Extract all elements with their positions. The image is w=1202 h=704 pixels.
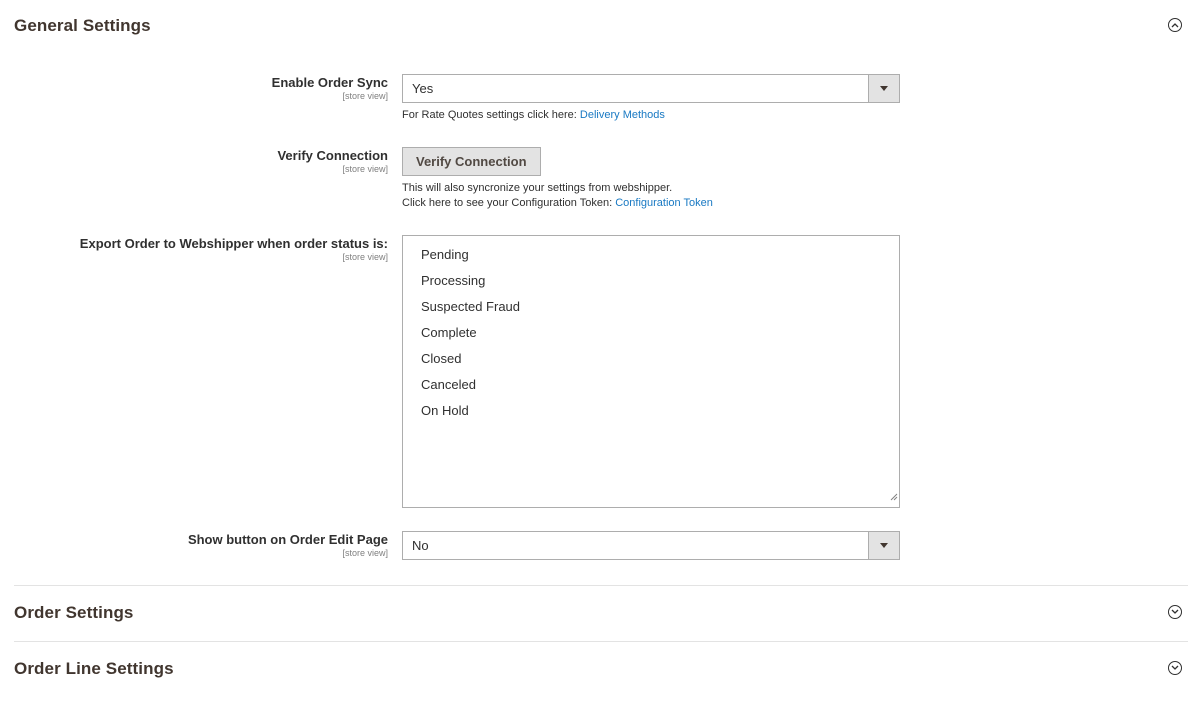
configuration-token-link[interactable]: Configuration Token (615, 197, 713, 209)
general-settings-title[interactable]: General Settings (14, 14, 151, 38)
enable-order-sync-value: Yes (412, 81, 434, 96)
export-order-status-multiselect[interactable]: Pending Processing Suspected Fraud Compl… (402, 235, 900, 508)
order-settings-title[interactable]: Order Settings (14, 601, 133, 625)
caret-down-icon[interactable] (868, 75, 899, 102)
chevron-up-circle-icon[interactable] (1168, 18, 1182, 32)
section-divider (14, 585, 1188, 586)
enable-order-sync-label-text: Enable Order Sync (271, 75, 388, 90)
verify-connection-button[interactable]: Verify Connection (402, 147, 541, 176)
rate-quotes-note: For Rate Quotes settings click here: Del… (402, 108, 665, 123)
verify-connection-scope: [store view] (342, 164, 388, 174)
order-settings-header[interactable]: Order Settings (14, 601, 1188, 631)
verify-connection-label: Verify Connection [store view] (8, 149, 388, 175)
export-order-label: Export Order to Webshipper when order st… (8, 237, 388, 263)
delivery-methods-link[interactable]: Delivery Methods (580, 109, 665, 121)
show-button-label-text: Show button on Order Edit Page (187, 532, 388, 547)
show-button-value: No (412, 538, 429, 553)
status-option-pending[interactable]: Pending (403, 244, 899, 270)
rate-quotes-note-text: For Rate Quotes settings click here: (402, 109, 580, 121)
enable-order-sync-select[interactable]: Yes (402, 74, 900, 103)
caret-down-icon[interactable] (868, 532, 899, 559)
status-option-complete[interactable]: Complete (403, 322, 899, 348)
enable-order-sync-label: Enable Order Sync [store view] (8, 76, 388, 102)
order-line-settings-title[interactable]: Order Line Settings (14, 657, 174, 681)
verify-connection-note: This will also syncronize your settings … (402, 181, 713, 211)
status-option-canceled[interactable]: Canceled (403, 374, 899, 400)
export-order-scope: [store view] (342, 252, 388, 262)
verify-connection-note-line1: This will also syncronize your settings … (402, 182, 673, 194)
section-divider (14, 641, 1188, 642)
chevron-down-circle-icon[interactable] (1168, 661, 1182, 675)
export-order-label-text: Export Order to Webshipper when order st… (79, 236, 388, 251)
status-option-processing[interactable]: Processing (403, 270, 899, 296)
general-settings-header[interactable]: General Settings (14, 14, 1188, 44)
chevron-down-circle-icon[interactable] (1168, 605, 1182, 619)
resize-handle-icon[interactable] (890, 488, 898, 506)
order-line-settings-header[interactable]: Order Line Settings (14, 657, 1188, 687)
show-button-scope: [store view] (342, 548, 388, 558)
config-token-note-text: Click here to see your Configuration Tok… (402, 197, 616, 209)
status-option-closed[interactable]: Closed (403, 348, 899, 374)
show-button-select[interactable]: No (402, 531, 900, 560)
status-option-suspected-fraud[interactable]: Suspected Fraud (403, 296, 899, 322)
enable-order-sync-scope: [store view] (342, 91, 388, 101)
show-button-label: Show button on Order Edit Page [store vi… (8, 533, 388, 559)
status-option-on-hold[interactable]: On Hold (403, 400, 899, 426)
verify-connection-label-text: Verify Connection (277, 148, 388, 163)
